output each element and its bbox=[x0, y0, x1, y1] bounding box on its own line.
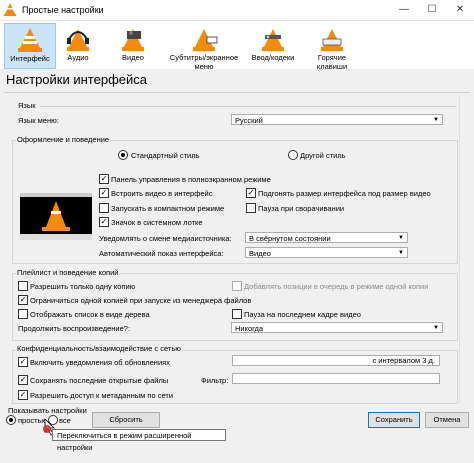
pause-minimized-label: Пауза при сворачивании bbox=[258, 204, 345, 213]
vlc-cone-icon bbox=[4, 3, 16, 16]
fullscreen-panel-checkbox[interactable]: ✓ bbox=[99, 174, 109, 184]
tab-video-label: Видео bbox=[122, 53, 144, 62]
autoraise-value: Видео bbox=[249, 249, 271, 258]
pause-last-frame-label: Пауза на последнем кадре видео bbox=[244, 310, 361, 319]
language-divider bbox=[40, 106, 456, 107]
tab-hotkeys[interactable]: Горячие клавиши bbox=[302, 23, 362, 71]
notify-label: Уведомлять о смене медиаисточника: bbox=[99, 234, 232, 243]
language-section-label: Язык bbox=[18, 101, 36, 110]
save-button[interactable]: Сохранить bbox=[368, 412, 420, 428]
notify-select[interactable]: В свёрнутом состоянии ▼ bbox=[245, 232, 408, 243]
tree-view-label: Отображать список в виде дерева bbox=[30, 310, 150, 319]
native-style-label: Стандартный стиль bbox=[131, 151, 200, 160]
title-bar: Простые настройки — ☐ ✕ bbox=[0, 0, 474, 21]
tab-interface[interactable]: Интерфейс bbox=[4, 23, 56, 69]
tab-input-codecs-label: Ввод/кодеки bbox=[251, 53, 295, 62]
compact-start-checkbox[interactable] bbox=[99, 203, 109, 213]
one-instance-label: Разрешить только одну копию bbox=[30, 282, 136, 291]
native-style-radio[interactable] bbox=[118, 150, 128, 160]
systray-label: Значок в системном лотке bbox=[111, 218, 203, 227]
hotkeys-cone-icon bbox=[321, 29, 343, 51]
continue-playback-label: Продолжить воспроизведение?: bbox=[18, 324, 131, 333]
one-instance-checkbox[interactable] bbox=[18, 281, 28, 291]
tooltip: Переключиться в режим расширенной настро… bbox=[52, 429, 226, 452]
fullscreen-panel-label: Панель управления в полноэкранном режиме bbox=[111, 175, 271, 184]
tab-audio[interactable]: Аудио bbox=[58, 23, 98, 67]
menu-language-label: Язык меню: bbox=[18, 116, 59, 125]
continue-playback-value: Никогда bbox=[235, 324, 264, 333]
tab-hotkeys-label: Горячие клавиши bbox=[316, 53, 348, 71]
interface-preview-image bbox=[20, 193, 92, 240]
limit-file-manager-checkbox[interactable]: ✓ bbox=[18, 295, 28, 305]
reset-settings-button[interactable]: Сбросить настройки bbox=[92, 412, 160, 438]
playlist-section-label: Плейлист и поведение копий bbox=[16, 268, 120, 277]
limit-file-manager-label: Ограничиться одной копией при запуске из… bbox=[30, 296, 252, 305]
tab-subtitles[interactable]: Субтитры/экранное меню bbox=[162, 23, 246, 71]
window-title: Простые настройки bbox=[22, 5, 104, 15]
interface-cone-icon bbox=[18, 28, 42, 52]
category-toolbar: Интерфейс Аудио Видео Субтитры/экранное … bbox=[0, 21, 474, 71]
update-interval-value: с интервалом 3 д. bbox=[372, 356, 435, 365]
all-settings-label: все bbox=[59, 416, 71, 425]
update-notify-checkbox[interactable]: ✓ bbox=[18, 357, 28, 367]
embed-video-checkbox[interactable]: ✓ bbox=[99, 188, 109, 198]
menu-language-select[interactable]: Русский ▼ bbox=[231, 114, 443, 125]
autoraise-label: Автоматический показ интерфейса: bbox=[99, 249, 224, 258]
recent-files-label: Сохранять последние открытые файлы bbox=[30, 376, 169, 385]
update-notify-label: Включить уведомления об обновлениях bbox=[30, 358, 170, 367]
notify-value: В свёрнутом состоянии bbox=[249, 234, 331, 243]
resize-interface-label: Подгонять размер интерфейса под размер в… bbox=[258, 189, 431, 198]
video-cone-icon bbox=[122, 29, 144, 51]
simple-settings-radio[interactable] bbox=[6, 415, 16, 425]
other-style-label: Другой стиль bbox=[300, 151, 346, 160]
update-interval-spinbox[interactable]: с интервалом 3 д. bbox=[232, 355, 440, 366]
chevron-down-icon: ▼ bbox=[398, 250, 404, 256]
filter-input[interactable] bbox=[232, 373, 440, 384]
tab-video[interactable]: Видео bbox=[112, 23, 154, 67]
title-divider bbox=[4, 92, 470, 93]
vlc-preview-icon bbox=[20, 193, 92, 240]
compact-start-label: Запускать в компактном режиме bbox=[111, 204, 225, 213]
metadata-network-checkbox[interactable]: ✓ bbox=[18, 390, 28, 400]
pause-minimized-checkbox[interactable] bbox=[246, 203, 256, 213]
menu-language-value: Русский bbox=[235, 116, 263, 125]
tab-audio-label: Аудио bbox=[67, 53, 89, 62]
resize-interface-checkbox[interactable]: ✓ bbox=[246, 188, 256, 198]
show-settings-label: Показывать настройки bbox=[8, 406, 87, 415]
tree-view-checkbox[interactable] bbox=[18, 309, 28, 319]
chevron-down-icon: ▼ bbox=[398, 235, 404, 241]
pause-last-frame-checkbox[interactable] bbox=[232, 309, 242, 319]
chevron-down-icon: ▼ bbox=[433, 117, 439, 123]
maximize-button[interactable]: ☐ bbox=[418, 0, 446, 20]
headphones-cone-icon bbox=[67, 29, 89, 51]
enqueue-label: Добавлять позиции в очередь в режиме одн… bbox=[244, 282, 429, 291]
close-button[interactable]: ✕ bbox=[446, 0, 474, 20]
continue-playback-select[interactable]: Никогда ▼ bbox=[231, 322, 443, 333]
look-section-label: Оформление и поведение bbox=[16, 135, 111, 144]
tab-interface-label: Интерфейс bbox=[10, 54, 50, 63]
recent-files-checkbox[interactable]: ✓ bbox=[18, 375, 28, 385]
minimize-button[interactable]: — bbox=[390, 0, 418, 20]
page-title: Настройки интерфейса bbox=[6, 72, 147, 87]
filter-label: Фильтр: bbox=[201, 376, 229, 385]
input-codecs-cone-icon bbox=[262, 29, 284, 51]
other-style-radio[interactable] bbox=[288, 150, 298, 160]
cancel-button[interactable]: Отмена bbox=[425, 412, 469, 428]
subtitles-cone-icon bbox=[193, 29, 218, 51]
chevron-down-icon: ▼ bbox=[433, 325, 439, 331]
embed-video-label: Встроить видео в интерфейс bbox=[111, 189, 213, 198]
tab-input-codecs[interactable]: Ввод/кодеки bbox=[251, 23, 295, 67]
autoraise-select[interactable]: Видео ▼ bbox=[245, 247, 408, 258]
systray-checkbox[interactable]: ✓ bbox=[99, 217, 109, 227]
enqueue-checkbox[interactable] bbox=[232, 281, 242, 291]
privacy-section-label: Конфиденциальность/взаимодействие с сеть… bbox=[16, 344, 182, 353]
tab-subtitles-label: Субтитры/экранное меню bbox=[169, 53, 239, 71]
scrollbar[interactable] bbox=[459, 96, 471, 403]
metadata-network-label: Разрешить доступ к метаданным по сети bbox=[30, 391, 174, 400]
